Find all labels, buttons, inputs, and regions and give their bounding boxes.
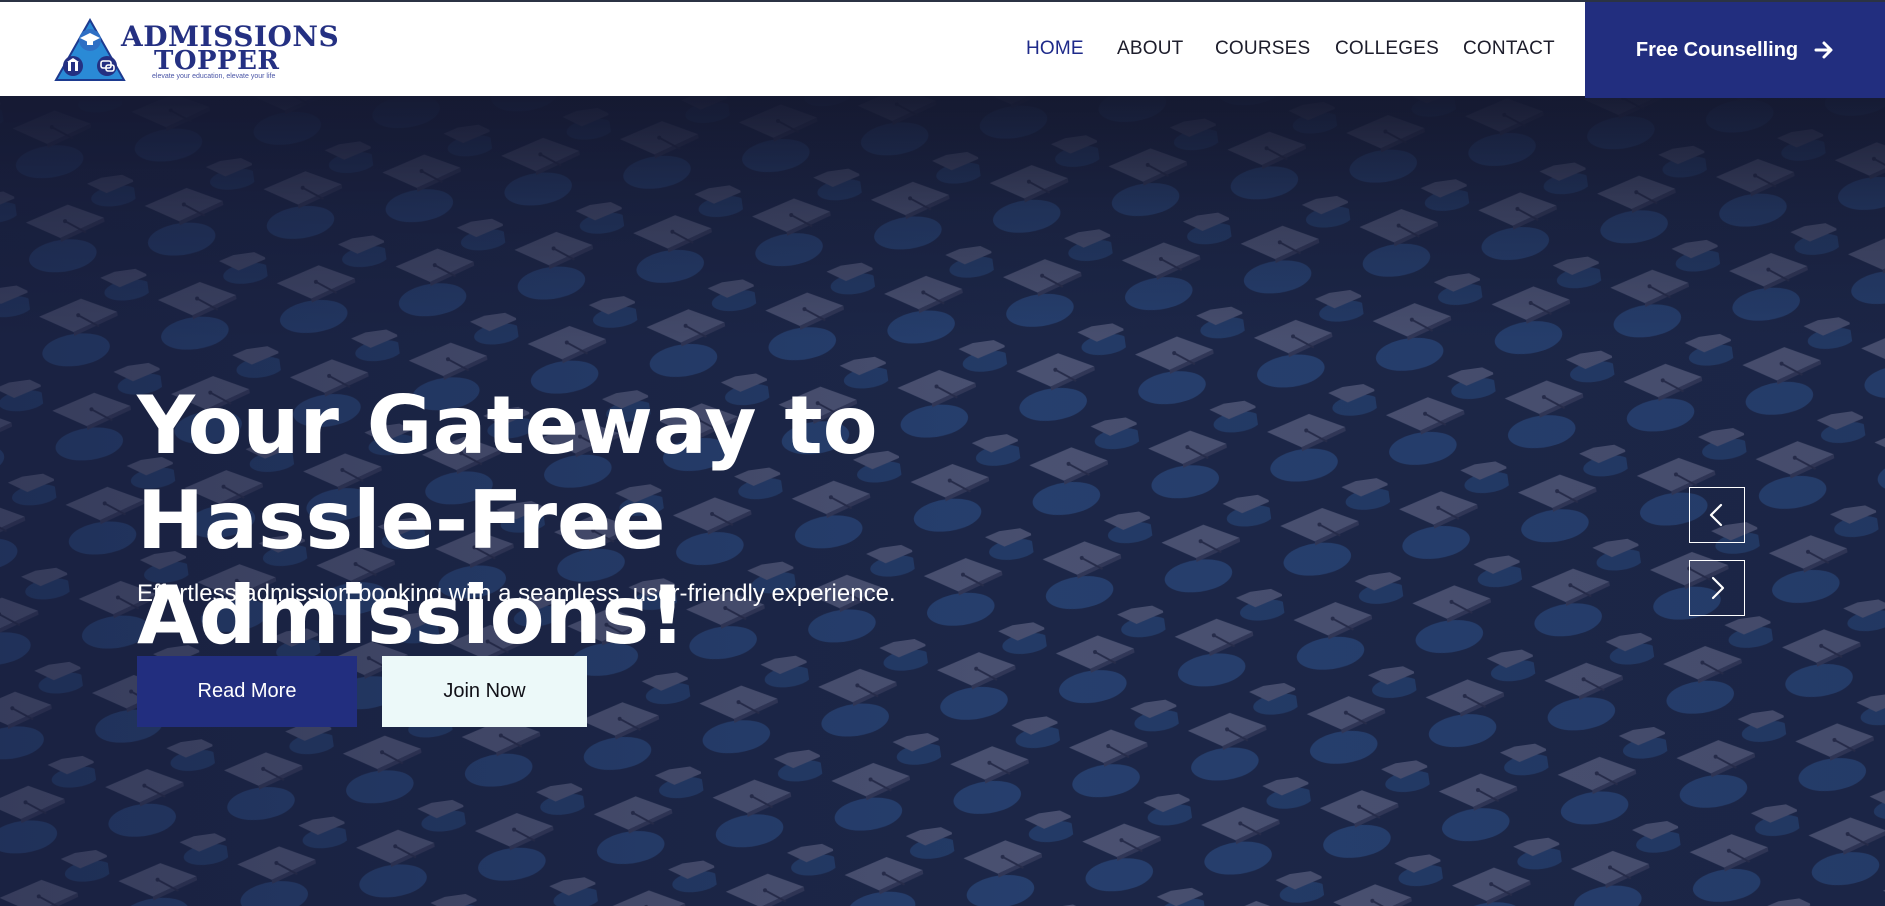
carousel-prev-button[interactable] bbox=[1689, 487, 1745, 543]
free-counselling-label: Free Counselling bbox=[1635, 38, 1799, 61]
chevron-right-icon bbox=[1711, 576, 1725, 600]
hero-banner: Your Gateway to Hassle-Free Admissions! … bbox=[0, 96, 1885, 906]
join-now-button[interactable]: Join Now bbox=[382, 656, 587, 727]
nav-item-colleges[interactable]: COLLEGES bbox=[1335, 38, 1439, 60]
carousel-next-button[interactable] bbox=[1689, 560, 1745, 616]
nav-item-courses[interactable]: COURSES bbox=[1215, 38, 1310, 60]
read-more-button[interactable]: Read More bbox=[137, 656, 357, 727]
hero-title: Your Gateway to Hassle-Free Admissions! bbox=[137, 379, 878, 662]
top-navbar: ADMISSIONS TOPPER elevate your education… bbox=[0, 0, 1885, 98]
logo-tagline: elevate your education, elevate your lif… bbox=[152, 73, 276, 80]
nav-item-home[interactable]: HOME bbox=[1026, 38, 1084, 60]
hero-subtitle: Effortless admission booking with a seam… bbox=[137, 580, 896, 607]
logo-name-line2: TOPPER bbox=[154, 46, 280, 76]
arrow-right-icon bbox=[1814, 41, 1833, 59]
chevron-left-icon bbox=[1709, 503, 1723, 527]
nav-item-contact[interactable]: CONTACT bbox=[1463, 38, 1555, 60]
free-counselling-button[interactable]: Free Counselling bbox=[1585, 2, 1885, 98]
site-logo[interactable]: ADMISSIONS TOPPER elevate your education… bbox=[54, 18, 339, 84]
logo-emblem-icon bbox=[54, 18, 126, 81]
nav-item-about[interactable]: ABOUT bbox=[1117, 38, 1183, 60]
